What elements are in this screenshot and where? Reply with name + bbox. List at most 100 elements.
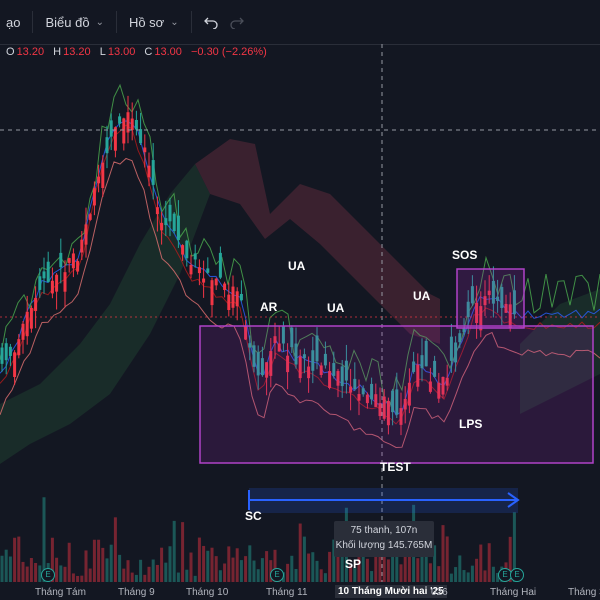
volume-bar: [181, 522, 185, 582]
volume-bar: [239, 560, 243, 582]
volume-bar: [458, 555, 462, 582]
volume-bar: [256, 569, 260, 582]
volume-bar: [118, 554, 122, 582]
volume-bar: [8, 556, 12, 582]
candle-body: [139, 129, 143, 144]
candle-body: [206, 268, 210, 273]
chart-type-dropdown[interactable]: Biểu đồ ⌄: [39, 7, 109, 37]
volume-bar: [307, 553, 311, 582]
volume-bar: [84, 550, 88, 582]
candle-body: [172, 213, 176, 232]
volume-bar: [189, 552, 193, 582]
volume-bar: [92, 539, 96, 582]
x-tick-label: Tháng 3: [568, 587, 600, 598]
volume-bar: [122, 568, 126, 582]
annotation-lps: LPS: [459, 417, 483, 431]
volume-bar: [445, 536, 449, 582]
volume-bar: [63, 566, 67, 582]
volume-bar: [202, 545, 206, 582]
candle-body: [235, 291, 239, 307]
candle-body: [126, 112, 130, 133]
time-axis[interactable]: Tháng Tám Tháng 9 Tháng 10 Tháng 11 10 T…: [0, 582, 600, 600]
range-measure-arrow[interactable]: [248, 488, 520, 513]
candle-body: [151, 160, 155, 185]
candle-body: [189, 265, 193, 275]
annotation-ua: UA: [413, 289, 431, 303]
toolbar-divider: [32, 11, 34, 33]
volume-bar: [441, 525, 445, 582]
candle-body: [134, 119, 138, 130]
volume-bar: [475, 558, 479, 582]
volume-bar: [265, 551, 269, 582]
candle-body: [197, 267, 201, 274]
volume-bar: [248, 545, 252, 582]
volume-bar: [231, 557, 235, 582]
volume-bar: [407, 553, 411, 582]
candle-body: [55, 274, 59, 292]
candle-body: [109, 120, 113, 137]
volume-bar: [151, 559, 155, 582]
annotation-sos: SOS: [452, 248, 478, 262]
candle-body: [160, 222, 164, 231]
volume-bar: [126, 560, 130, 582]
candle-body: [227, 294, 231, 311]
candle-body: [88, 214, 92, 220]
volume-bar: [399, 564, 403, 582]
candle-body: [155, 207, 159, 215]
candle-body: [231, 286, 235, 308]
candle-body: [181, 245, 185, 255]
volume-bar: [17, 536, 21, 582]
volume-bar: [71, 573, 75, 582]
volume-bar: [25, 566, 29, 582]
volume-bar: [454, 567, 458, 582]
undo-button[interactable]: [198, 7, 224, 37]
redo-button[interactable]: [224, 7, 250, 37]
candle-body: [21, 323, 25, 340]
sos-range-box[interactable]: [456, 268, 525, 329]
candle-body: [239, 293, 243, 301]
candle-body: [34, 297, 38, 311]
earnings-badge[interactable]: E: [270, 568, 284, 582]
x-crosshair-date: 10 Tháng Mười hai '25: [335, 585, 447, 598]
volume-bar: [113, 517, 117, 582]
toolbar-cut-item[interactable]: ạo: [0, 7, 26, 37]
price-chart-canvas[interactable]: [0, 44, 600, 582]
candle-body: [4, 343, 8, 361]
toolbar-divider: [190, 11, 192, 33]
volume-bar: [235, 548, 239, 582]
candle-body: [105, 137, 109, 154]
volume-bar: [206, 550, 210, 582]
volume-bar: [382, 552, 386, 582]
volume-bar: [88, 568, 92, 582]
trading-range-box[interactable]: [199, 325, 594, 464]
candle-body: [46, 261, 50, 283]
volume-bar: [29, 557, 33, 582]
volume-bar: [176, 572, 180, 582]
candle-body: [97, 176, 101, 184]
chart-type-label: Biểu đồ: [45, 14, 90, 30]
volume-bar: [365, 558, 369, 582]
candle-body: [223, 283, 227, 291]
volume-bar: [319, 569, 323, 582]
volume-bar: [4, 549, 8, 582]
earnings-badge[interactable]: E: [510, 568, 524, 582]
candle-body: [164, 218, 168, 226]
candle-body: [0, 347, 4, 364]
candle-body: [42, 271, 46, 279]
earnings-badge[interactable]: E: [41, 568, 55, 582]
toolbar-cut-label: ạo: [6, 14, 21, 30]
candle-body: [17, 339, 21, 356]
candle-body: [76, 261, 80, 272]
annotation-test: TEST: [380, 460, 411, 474]
candle-body: [71, 253, 75, 269]
candle-body: [130, 118, 134, 131]
toolbar-divider: [115, 11, 117, 33]
volume-bar: [252, 560, 256, 582]
volume-bar: [97, 539, 101, 582]
candle-body: [214, 278, 218, 286]
candle-body: [59, 252, 63, 268]
candle-body: [193, 253, 197, 260]
volume-bar: [101, 547, 105, 582]
volume-bar: [428, 563, 432, 582]
profile-dropdown[interactable]: Hồ sơ ⌄: [123, 7, 185, 37]
